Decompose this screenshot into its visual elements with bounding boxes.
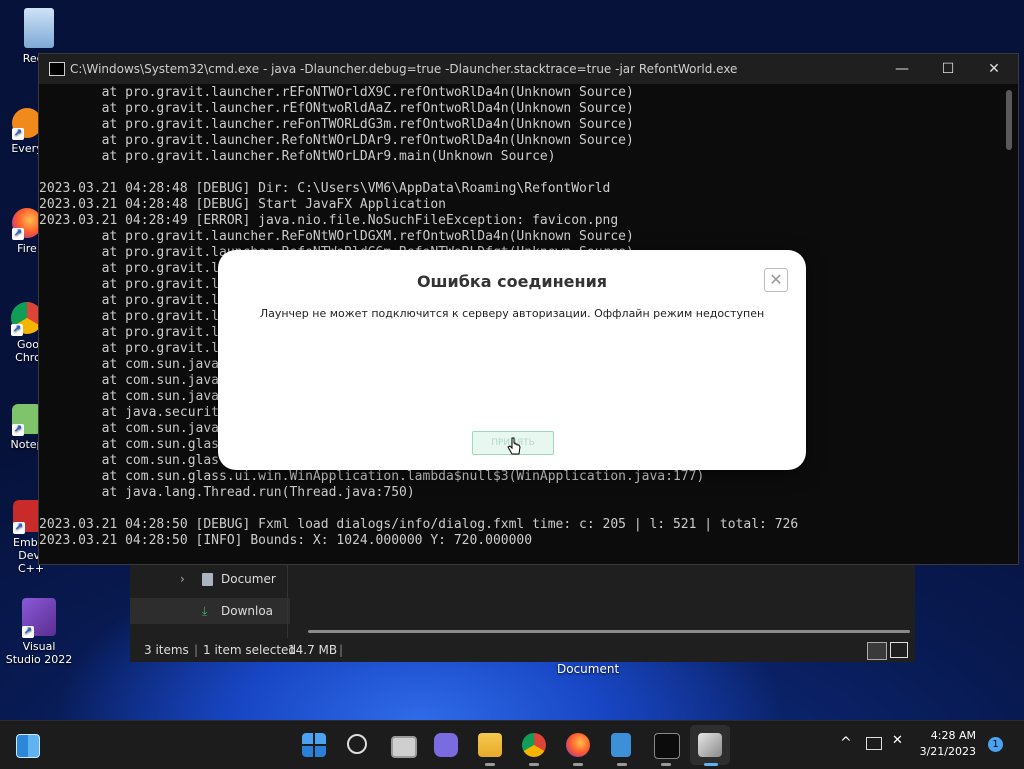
- tray-overflow-chevron[interactable]: ^: [840, 735, 852, 751]
- console-scrollbar[interactable]: [1006, 90, 1012, 558]
- cmd-titlebar[interactable]: C:\Windows\System32\cmd.exe - java -Dlau…: [39, 54, 1018, 84]
- console-line: at pro.gravit.launcher.rEfONtwoRldAaZ.re…: [39, 101, 634, 116]
- running-indicator: [485, 763, 495, 766]
- show-desktop-widget-icon[interactable]: [16, 734, 40, 758]
- console-line: 2023.03.21 04:28:48 [DEBUG] Start JavaFX…: [39, 197, 446, 212]
- desktop-icon-visual-studio[interactable]: ↗ Visual Studio 2022: [4, 598, 74, 666]
- status-separator: |: [339, 643, 344, 657]
- running-indicator: [661, 763, 671, 766]
- dialog-title: Ошибка соединения: [416, 272, 608, 291]
- scrollbar-thumb[interactable]: [1006, 90, 1012, 150]
- shortcut-arrow-icon: ↗: [12, 128, 24, 140]
- start-button[interactable]: [302, 733, 326, 757]
- shortcut-arrow-icon: ↗: [11, 324, 23, 336]
- notepad-icon[interactable]: [611, 733, 631, 757]
- maximize-button[interactable]: ☐: [925, 54, 971, 84]
- file-explorer-icon[interactable]: [478, 733, 502, 757]
- running-indicator: [617, 763, 627, 766]
- close-button[interactable]: ✕: [971, 54, 1017, 84]
- nav-item-downloads[interactable]: ⤓ Downloa: [130, 598, 290, 624]
- minimize-button[interactable]: —: [879, 54, 925, 84]
- hand-cursor-icon: [507, 437, 521, 455]
- visual-studio-icon: ↗: [22, 598, 56, 638]
- console-line: at pro.gravit.launcher.RefoNtWOrLDAr9.re…: [39, 133, 634, 148]
- task-view-icon[interactable]: [391, 736, 417, 758]
- desktop-icon-label: Visual Studio 2022: [5, 640, 73, 666]
- status-item-count: 3 items: [144, 643, 189, 657]
- details-view-icon[interactable]: [867, 642, 887, 660]
- volume-muted-icon[interactable]: ✕: [892, 733, 903, 748]
- console-line: at com.sun.glass.ui.win.WinApplication.l…: [39, 469, 705, 484]
- status-bar: 3 items | 1 item selected 14.7 MB |: [130, 638, 915, 662]
- running-indicator: [573, 763, 583, 766]
- file-explorer-window[interactable]: › Documer ⤓ Downloa 3 items | 1 item sel…: [130, 560, 915, 662]
- console-line: at pro.gravit.launcher.ReFoNtWOrlDGXM.re…: [39, 229, 634, 244]
- shortcut-arrow-icon: ↗: [22, 626, 34, 638]
- console-line: at pro.gravit.launcher.reFonTWORLdG3m.re…: [39, 117, 634, 132]
- running-indicator: [529, 763, 539, 766]
- java-launcher-icon[interactable]: [698, 733, 722, 757]
- taskbar: ^ ✕ 4:28 AM 3/21/2023 1: [0, 720, 1024, 769]
- dialog-message: Лаунчер не может подключится к серверу а…: [259, 307, 765, 320]
- status-selected: 1 item selected: [203, 643, 297, 657]
- console-line: 2023.03.21 04:28:50 [INFO] Bounds: X: 10…: [39, 533, 533, 548]
- console-line: 2023.03.21 04:28:48 [DEBUG] Dir: C:\User…: [39, 181, 611, 196]
- pane-divider[interactable]: [287, 560, 288, 638]
- horizontal-scrollbar[interactable]: [308, 630, 910, 633]
- console-line: at java.lang.Thread.run(Thread.java:750): [39, 485, 415, 500]
- large-icons-view-icon[interactable]: [890, 642, 908, 658]
- firefox-icon[interactable]: [566, 733, 590, 757]
- search-icon[interactable]: [347, 734, 367, 754]
- status-size: 14.7 MB: [288, 643, 338, 657]
- console-line: 2023.03.21 04:28:50 [DEBUG] Fxml load di…: [39, 517, 799, 532]
- console-line: at pro.gravit.launcher.RefoNtWOrLDAr9.ma…: [39, 149, 556, 164]
- chevron-right-icon[interactable]: ›: [180, 566, 185, 592]
- document-folder-icon: [202, 573, 213, 586]
- nav-item-label: Documer: [221, 572, 276, 586]
- cmd-icon: [49, 62, 65, 76]
- cmd-window-title: C:\Windows\System32\cmd.exe - java -Dlau…: [70, 62, 738, 76]
- shortcut-arrow-icon: ↗: [12, 424, 24, 436]
- nav-item-label: Downloa: [221, 604, 274, 618]
- clock-time[interactable]: 4:28 AM: [920, 729, 976, 742]
- console-line: at pro.gravit.launcher.rEFoNTWOrldX9C.re…: [39, 85, 634, 100]
- chat-icon[interactable]: [434, 733, 458, 757]
- terminal-icon[interactable]: [654, 733, 680, 759]
- shortcut-arrow-icon: ↗: [13, 522, 25, 534]
- clock-date[interactable]: 3/21/2023: [910, 745, 976, 758]
- shortcut-arrow-icon: ↗: [12, 228, 24, 240]
- nav-item-documents[interactable]: › Documer: [130, 566, 290, 592]
- notification-badge[interactable]: 1: [988, 737, 1003, 752]
- status-separator: |: [194, 643, 199, 657]
- desktop-document-label: Document: [557, 662, 620, 676]
- dialog-close-button[interactable]: ✕: [764, 268, 788, 292]
- console-line: 2023.03.21 04:28:49 [ERROR] java.nio.fil…: [39, 213, 619, 228]
- recycle-bin-icon: [24, 8, 54, 48]
- download-icon: ⤓: [202, 604, 208, 618]
- active-indicator: [704, 763, 718, 766]
- chrome-icon[interactable]: [522, 733, 546, 757]
- network-icon[interactable]: [866, 737, 882, 750]
